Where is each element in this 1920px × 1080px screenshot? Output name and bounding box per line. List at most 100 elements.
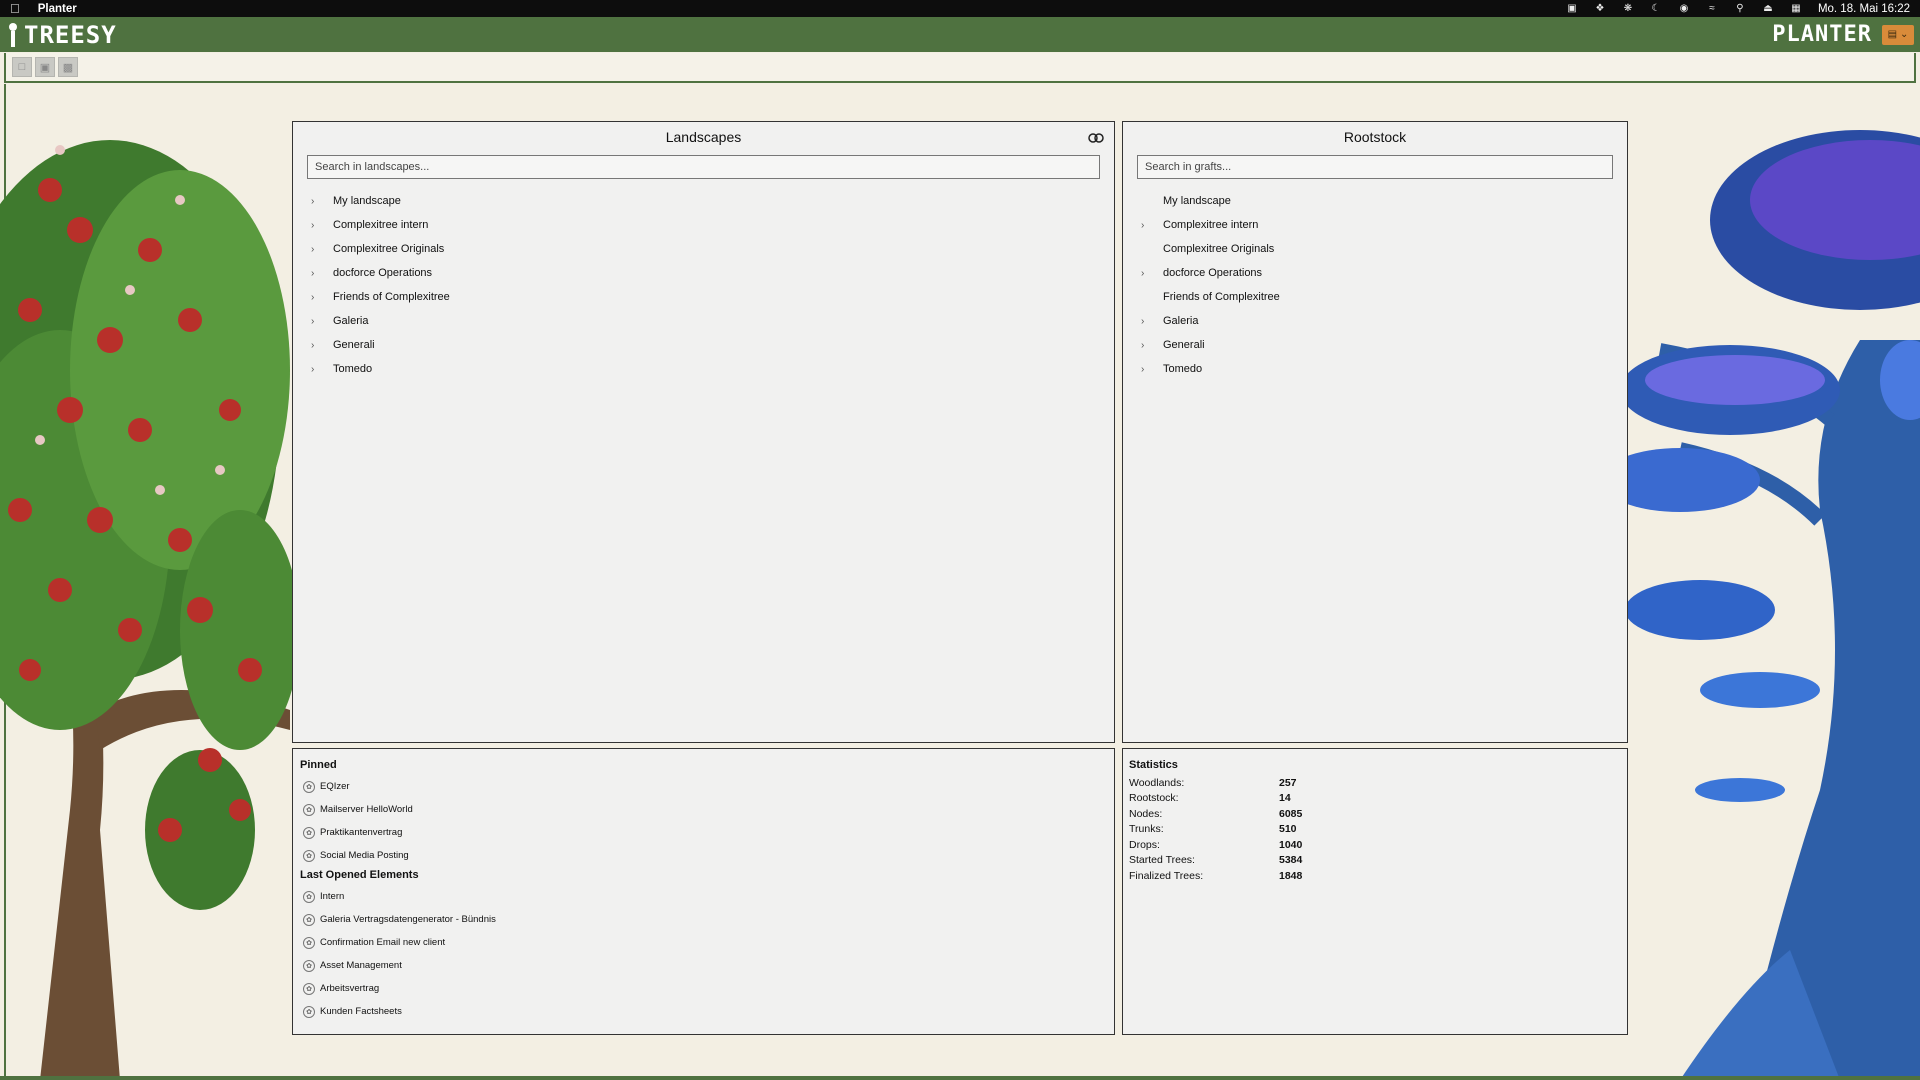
tree-item[interactable]: ›Friends of Complexitree (311, 285, 1114, 309)
tree-element-icon: ✿ (303, 849, 315, 862)
tree-item[interactable]: ›Complexitree Originals (1141, 237, 1627, 261)
stat-row: Trunks: 510 (1123, 822, 1627, 838)
chevron-right-icon[interactable]: › (311, 220, 333, 231)
tree-item-label: Friends of Complexitree (333, 291, 450, 303)
sync-icon[interactable]: ❋ (1622, 3, 1634, 14)
tree-item[interactable]: ›My landscape (1141, 189, 1627, 213)
briefcase-icon: ▤ (1887, 29, 1898, 40)
tree-item-label: Generali (333, 339, 375, 351)
last-opened-item[interactable]: ✿ Intern (303, 885, 1114, 908)
last-opened-item[interactable]: ✿ Arbeitsvertrag (303, 977, 1114, 1000)
blue-tree-illustration (1620, 130, 1920, 1080)
tree-item-label: Complexitree intern (333, 219, 429, 231)
chevron-right-icon[interactable]: › (311, 268, 333, 279)
last-opened-item[interactable]: ✿ Confirmation Email new client (303, 931, 1114, 954)
menubar-datetime[interactable]: Mo. 18. Mai 16:22 (1818, 3, 1910, 15)
chevron-right-icon[interactable]: › (311, 292, 333, 303)
statistics-panel: Statistics Woodlands: 257 Rootstock: 14 No… (1122, 748, 1628, 1035)
tree-element-icon: ✿ (303, 982, 315, 995)
pinned-item-label: Mailserver HelloWorld (320, 804, 413, 815)
tree-item-label: Friends of Complexitree (1163, 291, 1280, 303)
tree-item[interactable]: › Generali (311, 333, 1114, 357)
last-opened-item[interactable]: ✿ Asset Management (303, 954, 1114, 977)
planter-logo: PLANTER (1772, 22, 1872, 47)
wifi-icon[interactable]: ≈ (1706, 3, 1718, 14)
stat-row: Woodlands: 257 (1123, 775, 1627, 791)
tree-item[interactable]: › docforce Operations (1141, 261, 1627, 285)
tree-figure-icon (6, 22, 20, 48)
pinned-item[interactable]: ✿ Social Media Posting (303, 844, 1114, 867)
tree-element-icon: ✿ (303, 890, 315, 903)
pinned-item[interactable]: ✿ Praktikantenvertrag (303, 821, 1114, 844)
landscapes-panel: Landscapes ›My landscape ›Complexitree i… (292, 121, 1115, 743)
tree-item-label: Galeria (333, 315, 369, 327)
chevron-right-icon[interactable]: › (1141, 268, 1163, 279)
pinned-item[interactable]: ✿ Mailserver HelloWorld (303, 798, 1114, 821)
rootstock-tree: ›My landscape ›Complexitree intern ›Comp… (1123, 189, 1627, 381)
chevron-right-icon[interactable]: › (311, 244, 333, 255)
tree-item-label: Tomedo (1163, 363, 1203, 375)
folder-button[interactable]: □ (12, 57, 32, 77)
tree-element-icon: ✿ (303, 959, 315, 972)
tree-item[interactable]: › Tomedo (1141, 357, 1627, 381)
pinned-item[interactable]: ✿ EQIzer (303, 775, 1114, 798)
stat-value: 510 (1279, 823, 1297, 836)
save-icon: ▣ (39, 61, 51, 74)
search-icon[interactable]: ⚲ (1734, 3, 1746, 14)
user-menu-button[interactable]: ▤ ⌄ (1882, 24, 1914, 45)
dropbox-icon[interactable]: ❖ (1594, 3, 1606, 14)
toolbar: □ ▣ ▩ (4, 53, 1916, 83)
chevron-right-icon[interactable]: › (311, 364, 333, 375)
chevron-right-icon[interactable]: › (311, 196, 333, 207)
last-opened-item[interactable]: ✿ Galeria Vertragsdatengenerator - Bündni… (303, 908, 1114, 931)
chevron-right-icon[interactable]: › (311, 316, 333, 327)
chevron-right-icon[interactable]: › (1141, 220, 1163, 231)
eject-icon[interactable]: ⏏ (1762, 3, 1774, 14)
tree-item[interactable]: ›My landscape (311, 189, 1114, 213)
link-icon[interactable] (1088, 132, 1104, 144)
tree-element-icon: ✿ (303, 826, 315, 839)
apple-tree-illustration (0, 140, 300, 1080)
vpn-icon[interactable]: ◉ (1678, 3, 1690, 14)
tree-item-label: My landscape (1163, 195, 1231, 207)
landscapes-search-input[interactable] (307, 155, 1100, 179)
last-opened-item-label: Kunden Factsheets (320, 1006, 402, 1017)
stat-row: Rootstock: 14 (1123, 791, 1627, 807)
rootstock-search-input[interactable] (1137, 155, 1613, 179)
last-opened-title: Last Opened Elements (300, 869, 419, 881)
tree-item[interactable]: › Tomedo (311, 357, 1114, 381)
export-icon: ▩ (62, 61, 74, 74)
status-app-icon[interactable]: ▣ (1566, 3, 1578, 14)
tree-item[interactable]: › docforce Operations (311, 261, 1114, 285)
last-opened-item-label: Intern (320, 891, 345, 902)
chevron-right-icon[interactable]: › (1141, 364, 1163, 375)
tree-item[interactable]: › Galeria (311, 309, 1114, 333)
tree-item-label: Complexitree Originals (333, 243, 445, 255)
chevron-down-icon: ⌄ (1900, 29, 1909, 40)
control-center-icon[interactable]: ▦ (1790, 3, 1802, 14)
tree-item-label: docforce Operations (1163, 267, 1263, 279)
stat-row: Nodes: 6085 (1123, 806, 1627, 822)
apple-icon[interactable]:  (10, 1, 20, 16)
stat-value: 14 (1279, 792, 1291, 805)
tree-item[interactable]: › Complexitree intern (311, 213, 1114, 237)
chevron-right-icon[interactable]: › (1141, 340, 1163, 351)
last-opened-item[interactable]: ✿ Kunden Factsheets (303, 1000, 1114, 1023)
tree-item[interactable]: › Galeria (1141, 309, 1627, 333)
stat-value: 257 (1279, 776, 1297, 789)
moon-icon[interactable]: ☾ (1650, 3, 1662, 14)
tree-item[interactable]: ›Complexitree Originals (311, 237, 1114, 261)
chevron-right-icon[interactable]: › (1141, 316, 1163, 327)
tree-item[interactable]: ›Friends of Complexitree (1141, 285, 1627, 309)
chevron-right-icon[interactable]: › (311, 340, 333, 351)
tree-item[interactable]: › Generali (1141, 333, 1627, 357)
menubar-app-name[interactable]: Planter (38, 3, 77, 15)
save-button[interactable]: ▣ (35, 57, 55, 77)
export-button[interactable]: ▩ (58, 57, 78, 77)
app-header: TREESY PLANTER ▤ ⌄ (0, 17, 1920, 52)
tree-item[interactable]: › Complexitree intern (1141, 213, 1627, 237)
pinned-list: ✿ EQIzer ✿ Mailserver HelloWorld ✿ Praktika… (293, 775, 1114, 867)
statistics-title: Statistics (1129, 759, 1178, 771)
stat-value: 1848 (1279, 869, 1303, 882)
treesy-logo[interactable]: TREESY (6, 21, 117, 49)
